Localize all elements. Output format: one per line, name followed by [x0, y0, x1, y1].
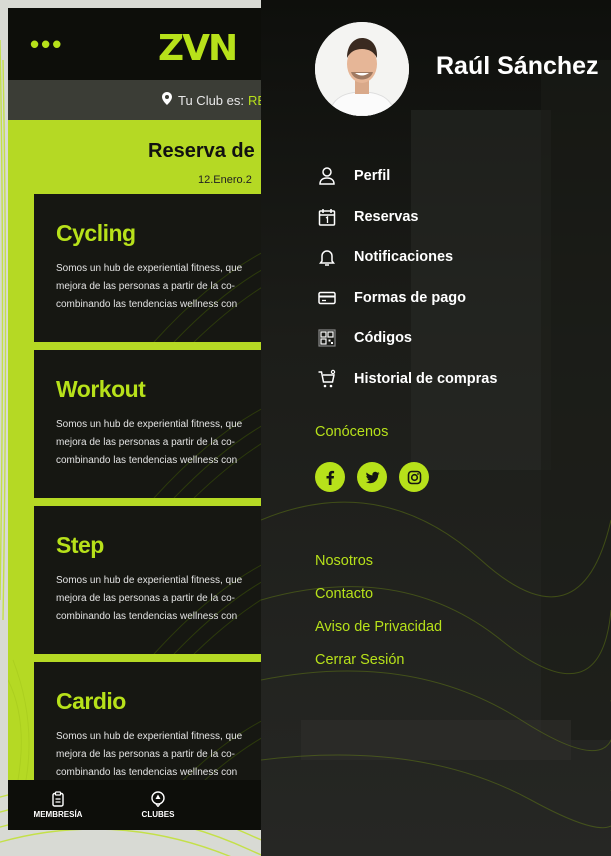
nav-clubs-label: CLUBES — [141, 810, 175, 819]
nav-clubs[interactable]: CLUBES — [108, 780, 208, 830]
menu-item-label: Reservas — [354, 208, 419, 225]
menu-item-label: Códigos — [354, 330, 412, 347]
instagram-icon[interactable] — [399, 462, 429, 492]
link-nosotros[interactable]: Nosotros — [315, 550, 442, 583]
menu-item-label: Notificaciones — [354, 249, 454, 266]
menu-item-historial-de-compras[interactable]: Historial de compras — [315, 359, 605, 400]
menu-item-label: Formas de pago — [354, 289, 466, 306]
menu-item-formas-de-pago[interactable]: Formas de pago — [315, 278, 605, 319]
user-icon — [315, 164, 339, 188]
cart-icon — [315, 367, 339, 391]
clipboard-icon — [52, 791, 64, 807]
social-links — [315, 462, 429, 492]
app-logo: ZVN — [158, 28, 238, 69]
class-title: Cycling — [56, 220, 136, 246]
link-contacto[interactable]: Contacto — [315, 583, 442, 616]
link-cerrar-sesion[interactable]: Cerrar Sesión — [315, 649, 442, 682]
calendar-icon — [315, 205, 339, 229]
class-title: Workout — [56, 376, 146, 402]
menu-item-reservas[interactable]: Reservas — [315, 197, 605, 238]
location-pin-icon — [151, 791, 165, 807]
class-title: Cardio — [56, 688, 126, 714]
avatar[interactable] — [315, 22, 409, 116]
drawer-menu: Perfil Reservas Notificaciones Formas de… — [315, 156, 605, 399]
user-name: Raúl Sánchez — [436, 52, 599, 80]
menu-item-notificaciones[interactable]: Notificaciones — [315, 237, 605, 278]
nav-membership[interactable]: MEMBRESÍA — [8, 780, 108, 830]
menu-item-label: Perfil — [354, 168, 391, 185]
side-drawer: Raúl Sánchez Perfil Reservas Notificacio… — [261, 0, 611, 856]
menu-item-label: Historial de compras — [354, 370, 498, 387]
link-aviso-de-privacidad[interactable]: Aviso de Privacidad — [315, 616, 442, 649]
nav-membership-label: MEMBRESÍA — [33, 810, 83, 819]
class-title: Step — [56, 532, 104, 558]
location-pin-icon — [162, 92, 172, 108]
bell-icon — [315, 245, 339, 269]
social-section-title: Conócenos — [315, 424, 389, 440]
footer-links: Nosotros Contacto Aviso de Privacidad Ce… — [315, 550, 442, 682]
menu-item-perfil[interactable]: Perfil — [315, 156, 605, 197]
gym-background-image — [261, 0, 611, 856]
more-menu-icon[interactable]: ••• — [30, 31, 63, 57]
reservation-title: Reserva de — [148, 140, 255, 162]
facebook-icon[interactable] — [315, 462, 345, 492]
club-label: Tu Club es: — [178, 92, 244, 108]
twitter-icon[interactable] — [357, 462, 387, 492]
qr-code-icon — [315, 326, 339, 350]
credit-card-icon — [315, 286, 339, 310]
reservation-date: 12.Enero.2 — [198, 174, 252, 186]
menu-item-codigos[interactable]: Códigos — [315, 318, 605, 359]
